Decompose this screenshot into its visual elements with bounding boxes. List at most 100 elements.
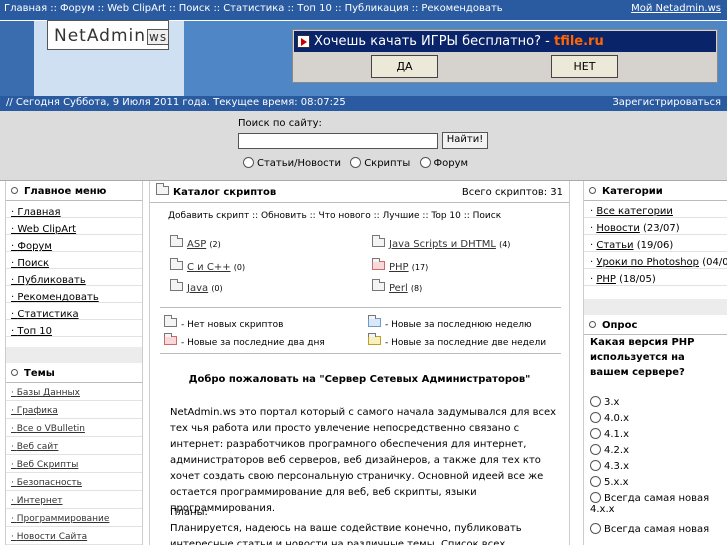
top-nav-item-home[interactable]: Главная bbox=[4, 3, 47, 14]
category-link-date: (23/07) bbox=[643, 223, 680, 234]
top-nav-item-forum[interactable]: Форум bbox=[60, 3, 95, 14]
menu-item-top10[interactable]: · Топ 10 bbox=[6, 320, 142, 337]
radio-icon[interactable] bbox=[590, 476, 601, 487]
poll-options: 3.x 4.0.x 4.1.x 4.2.x 4.3.x 5.x.x Всегда… bbox=[590, 395, 724, 538]
top-nav-item-clipart[interactable]: Web ClipArt bbox=[107, 3, 166, 14]
main-content: Каталог скриптов Всего скриптов: 31 Доба… bbox=[149, 181, 570, 545]
category-link[interactable]: · Новости (23/07) bbox=[584, 218, 727, 235]
topic-item[interactable]: · Интернет bbox=[6, 491, 142, 509]
topic-item[interactable]: · Базы Данных bbox=[6, 383, 142, 401]
topic-item[interactable]: · Веб сайт bbox=[6, 437, 142, 455]
poll-option-label: Всегда самая новая 4.x.x bbox=[590, 493, 710, 515]
menu-item-search[interactable]: · Поиск bbox=[6, 252, 142, 269]
circle-icon bbox=[11, 369, 18, 376]
ad-banner[interactable]: Хочешь качать ИГРЫ бесплатно? - tfile.ru… bbox=[292, 29, 718, 83]
legend-two-days: - Новые за последние два дня bbox=[164, 333, 325, 348]
left-sidebar: Главное меню · Главная · Web ClipArt · Ф… bbox=[5, 181, 143, 545]
poll-option[interactable]: 5.x.x bbox=[590, 475, 724, 491]
folder-icon bbox=[170, 279, 183, 291]
welcome-heading: Добро пожаловать на "Сервер Сетевых Адми… bbox=[188, 374, 531, 385]
search-input[interactable] bbox=[238, 133, 438, 149]
top-nav-item-publish[interactable]: Публикация bbox=[345, 3, 409, 14]
top-nav-item-recommend[interactable]: Рекомендовать bbox=[421, 3, 502, 14]
scope-option-scripts[interactable]: Скрипты bbox=[350, 157, 410, 169]
topic-item[interactable]: · Программирование bbox=[6, 509, 142, 527]
topic-item[interactable]: · Графика bbox=[6, 401, 142, 419]
register-link[interactable]: Зарегистрироваться bbox=[612, 97, 721, 108]
radio-icon[interactable] bbox=[590, 412, 601, 423]
category-link[interactable]: · Уроки по Photoshop (04/07) bbox=[584, 252, 727, 269]
ad-yes-button[interactable]: ДА bbox=[371, 55, 438, 78]
topic-item[interactable]: · Веб Скрипты bbox=[6, 455, 142, 473]
poll-option-label: 4.3.x bbox=[604, 461, 629, 472]
category-name: Java bbox=[187, 283, 209, 294]
my-netadmin-link[interactable]: Мой Netadmin.ws bbox=[631, 3, 721, 14]
poll-option[interactable]: 3.x bbox=[590, 395, 724, 411]
menu-item-publish[interactable]: · Публиковать bbox=[6, 269, 142, 286]
folder-icon bbox=[156, 183, 169, 195]
divider bbox=[160, 353, 561, 354]
poll-option-label: Всегда самая новая bbox=[604, 524, 710, 535]
radio-icon[interactable] bbox=[590, 460, 601, 471]
scope-option-articles[interactable]: Статьи/Новости bbox=[243, 157, 341, 169]
radio-icon[interactable] bbox=[590, 444, 601, 455]
radio-icon[interactable] bbox=[590, 428, 601, 439]
folder-icon bbox=[368, 333, 381, 345]
top-nav-item-top10[interactable]: Топ 10 bbox=[297, 3, 332, 14]
topic-item[interactable]: · Безопасность bbox=[6, 473, 142, 491]
folder-icon bbox=[164, 333, 177, 345]
poll-option[interactable]: 4.1.x bbox=[590, 427, 724, 443]
menu-item-label: Главная bbox=[17, 207, 61, 218]
search-button[interactable]: Найти! bbox=[442, 132, 488, 149]
poll-option[interactable]: Всегда самая новая bbox=[590, 522, 724, 538]
topic-label: Веб Скрипты bbox=[16, 460, 79, 470]
poll-option[interactable]: 4.0.x bbox=[590, 411, 724, 427]
topic-item[interactable]: · Все о VBulletin bbox=[6, 419, 142, 437]
poll-option-label: 5.x.x bbox=[604, 477, 629, 488]
menu-item-forum[interactable]: · Форум bbox=[6, 235, 142, 252]
top-nav-item-stats[interactable]: Статистика bbox=[223, 3, 284, 14]
category-name: Java Scripts и DHTML bbox=[389, 239, 496, 250]
top-nav-bar: Главная:: Форум:: Web ClipArt:: Поиск:: Стат… bbox=[0, 0, 727, 20]
ad-no-button[interactable]: НЕТ bbox=[551, 55, 618, 78]
site-logo[interactable]: NetAdmin ws bbox=[47, 20, 170, 50]
nav-separator: :: bbox=[411, 3, 419, 14]
folder-icon bbox=[372, 258, 385, 270]
category-asp[interactable]: ASP (2) bbox=[170, 235, 221, 250]
menu-item-label: Поиск bbox=[17, 258, 50, 269]
right-sidebar: Категории · Все категории · Новости (23/… bbox=[583, 181, 727, 545]
category-perl[interactable]: Perl (8) bbox=[372, 279, 422, 294]
poll-header: Опрос bbox=[584, 315, 727, 335]
category-php[interactable]: PHP (17) bbox=[372, 258, 428, 273]
menu-item-recommend[interactable]: · Рекомендовать bbox=[6, 286, 142, 303]
topic-item[interactable]: · Новости Сайта bbox=[6, 527, 142, 545]
menu-item-clipart[interactable]: · Web ClipArt bbox=[6, 218, 142, 235]
radio-icon[interactable] bbox=[590, 523, 601, 534]
topic-label: Новости Сайта bbox=[16, 532, 88, 542]
category-javascript[interactable]: Java Scripts и DHTML (4) bbox=[372, 235, 510, 250]
category-link[interactable]: · Все категории bbox=[584, 201, 727, 218]
catalog-actions[interactable]: Добавить скрипт :: Обновить :: Что новог… bbox=[168, 211, 501, 221]
menu-item-stats[interactable]: · Статистика bbox=[6, 303, 142, 320]
category-link[interactable]: · PHP (18/05) bbox=[584, 269, 727, 286]
category-link-label: Уроки по Photoshop bbox=[596, 257, 700, 268]
poll-option[interactable]: Всегда самая новая 4.x.x bbox=[590, 491, 724, 522]
top-nav-item-search[interactable]: Поиск bbox=[179, 3, 211, 14]
poll-option[interactable]: 4.3.x bbox=[590, 459, 724, 475]
folder-icon bbox=[368, 315, 381, 327]
poll-option[interactable]: 4.2.x bbox=[590, 443, 724, 459]
menu-item-label: Форум bbox=[17, 241, 52, 252]
category-cpp[interactable]: С и С++ (0) bbox=[170, 258, 245, 273]
radio-icon[interactable] bbox=[590, 396, 601, 407]
category-java[interactable]: Java (0) bbox=[170, 279, 223, 294]
scope-option-forum[interactable]: Форум bbox=[419, 157, 468, 169]
nav-separator: :: bbox=[287, 3, 295, 14]
circle-icon bbox=[11, 187, 18, 194]
menu-item-home[interactable]: · Главная bbox=[6, 201, 142, 218]
category-link[interactable]: · Статьи (19/06) bbox=[584, 235, 727, 252]
nav-separator: :: bbox=[213, 3, 221, 14]
radio-icon[interactable] bbox=[590, 492, 601, 503]
category-count: (2) bbox=[209, 240, 221, 249]
topic-label: Интернет bbox=[16, 496, 63, 506]
topic-label: Графика bbox=[16, 406, 58, 416]
